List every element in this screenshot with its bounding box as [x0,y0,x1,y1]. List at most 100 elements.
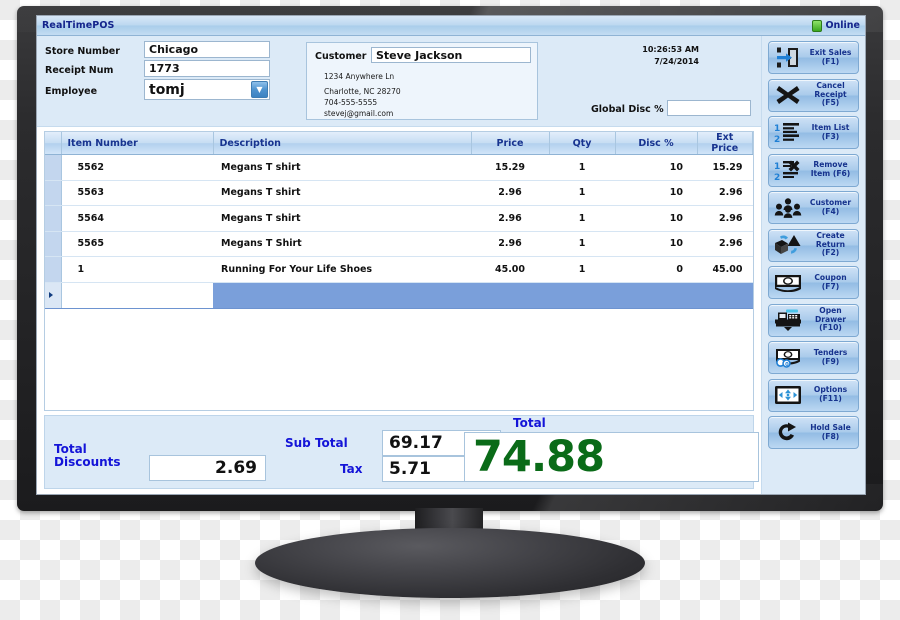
cell-disc[interactable]: 0 [615,256,697,283]
col-price[interactable]: Price [471,132,550,155]
monitor-frame: RealTimePOS Online Store Number Chicago … [17,6,883,511]
total-discounts-label-line1: Total [54,442,87,456]
customer-address-line2: Charlotte, NC 28270 [324,86,401,96]
hold-sale-label: Hold Sale (F8) [810,422,851,441]
hold-sale-button[interactable]: Hold Sale (F8) [768,416,859,449]
new-row-cell[interactable] [549,282,615,309]
coupon-money-icon [773,270,803,296]
cell-description[interactable]: Megans T Shirt [213,231,471,257]
cell-item-number[interactable]: 5562 [61,154,213,181]
monitor-base [255,528,645,598]
global-disc-input[interactable] [667,100,751,116]
table-row[interactable]: 5564 Megans T shirt 2.96 1 10 2.96 [45,205,753,232]
cell-ext-price[interactable]: 2.96 [697,231,753,257]
cell-disc[interactable]: 10 [615,154,697,181]
row-selector-cell[interactable] [45,180,62,206]
global-disc-label: Global Disc % [591,104,664,115]
cell-qty[interactable]: 1 [549,231,615,257]
cell-ext-price[interactable]: 2.96 [697,205,753,232]
customer-panel: Customer Steve Jackson 1234 Anywhere Ln … [306,42,538,120]
cell-ext-price[interactable]: 15.29 [697,154,753,181]
store-number-label: Store Number [45,46,120,57]
cell-disc[interactable]: 10 [615,231,697,257]
row-selector-cell[interactable] [45,205,62,232]
exit-sales-button[interactable]: Exit Sales (F1) [768,41,859,74]
return-recycle-icon [773,232,803,258]
grid-empty-space[interactable] [45,308,753,410]
hold-arrow-icon [773,420,803,446]
col-qty[interactable]: Qty [549,132,616,155]
customer-name-input[interactable]: Steve Jackson [371,47,531,63]
col-item-number[interactable]: Item Number [61,132,214,155]
sub-total-label: Sub Total [285,436,348,450]
cash-register-icon [773,307,803,333]
new-row-cell[interactable] [697,282,753,309]
cell-qty[interactable]: 1 [549,205,615,232]
employee-value: tomj [149,81,185,98]
table-row[interactable]: 1 Running For Your Life Shoes 45.00 1 0 45.00 [45,256,753,283]
col-description[interactable]: Description [213,132,472,155]
cell-qty[interactable]: 1 [549,180,615,206]
customer-button[interactable]: Customer (F4) [768,191,859,224]
svg-text:2: 2 [774,173,780,181]
create-return-button[interactable]: Create Return (F2) [768,228,859,262]
new-row-cell[interactable] [61,282,213,309]
chevron-down-icon[interactable]: ▼ [251,81,268,98]
cell-qty[interactable]: 1 [549,154,615,181]
table-row[interactable]: 5563 Megans T shirt 2.96 1 10 2.96 [45,180,753,206]
new-row-cell[interactable] [615,282,697,309]
cell-ext-price[interactable]: 2.96 [697,180,753,206]
cell-description[interactable]: Megans T shirt [213,205,471,232]
total-discounts-value[interactable]: 2.69 [149,455,266,481]
cell-description[interactable]: Megans T shirt [213,154,471,181]
store-number-input[interactable]: Chicago [144,41,270,58]
row-selector-cell[interactable] [45,256,62,283]
table-row[interactable]: 5562 Megans T shirt 15.29 1 10 15.29 [45,154,753,181]
cell-price[interactable]: 2.96 [471,231,549,257]
customer-label: Customer [315,51,367,62]
new-row[interactable] [45,282,753,309]
arrows-screen-icon [773,382,803,408]
cell-price[interactable]: 2.96 [471,205,549,232]
options-button[interactable]: Options (F11) [768,378,859,412]
cell-price[interactable]: 45.00 [471,256,549,283]
cell-description[interactable]: Megans T shirt [213,180,471,206]
svg-text:1: 1 [774,162,780,172]
coupon-button[interactable]: Coupon (F7) [768,266,859,299]
cell-item-number[interactable]: 5565 [61,231,213,257]
cell-item-number[interactable]: 5563 [61,180,213,206]
row-selector-cell[interactable] [45,154,62,181]
cell-disc[interactable]: 10 [615,205,697,232]
customer-phone: 704-555-5555 [324,97,378,107]
col-disc[interactable]: Disc % [615,132,698,155]
cell-item-number[interactable]: 5564 [61,205,213,232]
col-ext-price[interactable]: Ext Price [697,132,753,155]
cell-description[interactable]: Running For Your Life Shoes [213,256,471,283]
cell-price[interactable]: 2.96 [471,180,549,206]
cell-price[interactable]: 15.29 [471,154,549,181]
monitor-screen: RealTimePOS Online Store Number Chicago … [36,15,866,495]
remove-item-button[interactable]: 12 Remove Item (F6) [768,153,859,187]
cell-qty[interactable]: 1 [549,256,615,283]
new-row-cell[interactable] [471,282,549,309]
cancel-receipt-label: Cancel Receipt (F5) [814,80,847,108]
new-row-selector[interactable] [45,282,62,309]
line-items-grid[interactable]: Item Number Description Price Qty Disc %… [44,131,754,411]
receipt-num-input[interactable]: 1773 [144,60,270,77]
app-titlebar: RealTimePOS Online [37,16,865,36]
table-row[interactable]: 5565 Megans T Shirt 2.96 1 10 2.96 [45,231,753,257]
cancel-receipt-button[interactable]: Cancel Receipt (F5) [768,78,859,112]
col-row-selector [45,132,62,155]
cell-item-number[interactable]: 1 [61,256,213,283]
cell-disc[interactable]: 10 [615,180,697,206]
row-selector-cell[interactable] [45,231,62,257]
employee-select[interactable]: tomj ▼ [144,79,270,100]
tenders-button[interactable]: 0 Tenders (F9) [768,341,859,374]
cell-ext-price[interactable]: 45.00 [697,256,753,283]
new-row-cell[interactable] [213,282,471,309]
open-drawer-button[interactable]: Open Drawer (F10) [768,303,859,337]
total-discounts-label: Total Discounts [54,442,121,470]
item-list-button[interactable]: 12 Item List (F3) [768,116,859,149]
pos-application: RealTimePOS Online Store Number Chicago … [37,16,865,494]
svg-text:1: 1 [774,124,780,134]
